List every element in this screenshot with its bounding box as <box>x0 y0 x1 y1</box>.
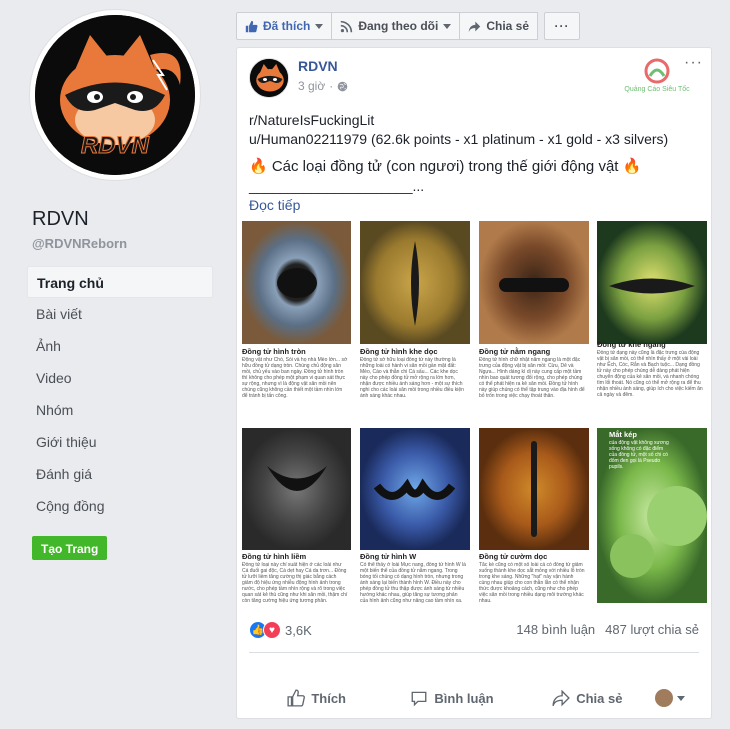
thumbs-up-icon <box>287 689 306 707</box>
user-avatar <box>654 689 673 707</box>
page-avatar[interactable]: RDVN <box>35 15 195 175</box>
post-line-subreddit: r/NatureIsFuckingLit <box>249 112 375 128</box>
share-arrow-icon <box>552 689 571 707</box>
share-button[interactable]: Chia sẻ <box>520 684 655 712</box>
nav-item-5[interactable]: Giới thiệu <box>27 426 213 458</box>
eye-caption: Mắt kép <box>609 430 637 439</box>
eye-caption: Đồng tử cườm dọc <box>479 552 548 561</box>
create-page-button[interactable]: Tạo Trang <box>32 536 108 560</box>
nav-item-7[interactable]: Cộng đồng <box>27 490 213 522</box>
eye-description: của động vật không xương sống không có đ… <box>609 440 669 470</box>
liked-label: Đã thích <box>263 19 311 33</box>
post-timestamp[interactable]: 3 giờ · <box>298 79 348 93</box>
following-button[interactable]: Đang theo dõi <box>332 12 461 40</box>
share-page-label: Chia sẻ <box>486 19 530 33</box>
nav-item-1[interactable]: Bài viết <box>27 298 213 330</box>
post-line-user: u/Human02211979 (62.6k points - x1 plati… <box>249 131 669 147</box>
comments-count[interactable]: 148 bình luận <box>516 622 595 637</box>
speech-bubble-icon <box>411 691 427 707</box>
chevron-down-icon <box>315 23 324 29</box>
share-label: Chia sẻ <box>576 690 623 706</box>
raccoon-logo-icon <box>250 59 288 97</box>
post-line-separator: _____________________... <box>249 178 425 194</box>
nav-item-6[interactable]: Đánh giá <box>27 458 213 490</box>
share-page-button[interactable]: Chia sẻ <box>460 12 539 40</box>
eye-caption: Đồng tử hình liềm <box>242 552 307 561</box>
eye-description: Động vật như Chó, Sói và họ nhà Mèo lớn.… <box>242 357 348 399</box>
read-more-link[interactable]: Đọc tiếp <box>249 196 699 215</box>
post-as-selector[interactable] <box>654 689 699 707</box>
dot-separator: · <box>329 79 334 93</box>
globe-icon <box>337 81 348 91</box>
eye-description: Đồng tử hình chữ nhật nằm ngang là một đ… <box>479 357 585 399</box>
watermark-text: Quảng Cáo Siêu Tốc <box>624 86 690 93</box>
reactions-summary[interactable]: 👍 ♥ 3,6K <box>249 620 312 640</box>
eye-description: Đồng tử loại này chỉ xuất hiện ở các loà… <box>242 562 348 604</box>
post-stats: 148 bình luận 487 lượt chia sẻ <box>516 622 699 637</box>
page-avatar-frame[interactable]: RDVN <box>30 10 200 180</box>
eye-description: Đồng tử dạng này cũng là đặc trưng của đ… <box>597 350 703 398</box>
post-card: RDVN 3 giờ · Quảng Cáo Siêu Tốc ··· r/Na… <box>236 47 712 719</box>
nav-item-2[interactable]: Ảnh <box>27 330 213 362</box>
nav-item-3[interactable]: Video <box>27 362 213 394</box>
shares-count[interactable]: 487 lượt chia sẻ <box>605 622 699 637</box>
eye-caption: Đồng tử hình W <box>360 552 417 561</box>
page-nav: Trang chủ Bài viết Ảnh Video Nhóm Giới thiệu Đ… <box>27 266 213 522</box>
post-time-text: 3 giờ <box>298 79 326 93</box>
page-handle[interactable]: @RDVNReborn <box>32 236 127 251</box>
eye-description: Có thể thấy ở loài Mực nang, đồng tử hìn… <box>360 562 466 604</box>
like-button[interactable]: Thích <box>249 684 384 712</box>
following-label: Đang theo dõi <box>358 19 439 33</box>
thumbs-up-icon <box>245 20 258 32</box>
post-author-name[interactable]: RDVN <box>298 58 338 74</box>
eye-description: Tắc kè cũng có một số loài cá có đồng tử… <box>479 562 585 604</box>
nav-item-4[interactable]: Nhóm <box>27 394 213 426</box>
post-line-title: 🔥 Các loại đồng tử (con ngươi) trong thế… <box>249 158 642 175</box>
chevron-down-icon <box>443 23 452 29</box>
comment-button[interactable]: Bình luận <box>384 684 519 712</box>
rss-icon <box>341 20 353 32</box>
avatar-logo-text: RDVN <box>81 132 150 159</box>
raccoon-logo-icon: RDVN <box>35 15 195 175</box>
eye-caption: Đồng tử nằm ngang <box>479 347 551 356</box>
like-label: Thích <box>311 690 346 706</box>
post-body: r/NatureIsFuckingLit u/Human02211979 (62… <box>249 111 699 215</box>
post-options-button[interactable]: ··· <box>684 54 703 72</box>
eye-description: Đồng tử sở hữu loại đồng tử này thường l… <box>360 357 464 399</box>
chevron-down-icon <box>676 695 685 701</box>
post-author-avatar[interactable] <box>249 58 289 98</box>
eye-caption: Đồng tử hình khe dọc <box>360 347 438 356</box>
post-action-bar: Thích Bình luận Chia sẻ <box>249 684 699 712</box>
page-sidebar: RDVN RDVN @RDVNReborn Trang chủ Bài viết Ả… <box>0 0 228 729</box>
love-reaction-icon: ♥ <box>263 621 281 639</box>
eye-caption: Đồng tử khe ngang <box>597 340 666 349</box>
nav-item-0[interactable]: Trang chủ <box>27 266 213 298</box>
reactions-count: 3,6K <box>285 622 312 638</box>
eye-caption: Đồng tử hình tròn <box>242 347 306 356</box>
comment-label: Bình luận <box>434 690 494 706</box>
page-action-bar: Đã thích Đang theo dõi Chia sẻ ··· <box>236 12 581 40</box>
more-options-button[interactable]: ··· <box>544 12 581 40</box>
watermark-logo: Quảng Cáo Siêu Tốc <box>622 56 692 98</box>
share-arrow-icon <box>469 21 481 32</box>
liked-button[interactable]: Đã thích <box>236 12 333 40</box>
post-divider <box>249 652 699 653</box>
page-name[interactable]: RDVN <box>32 208 89 231</box>
post-image[interactable]: Đồng tử hình tròn Động vật như Chó, Sói v… <box>237 216 711 606</box>
